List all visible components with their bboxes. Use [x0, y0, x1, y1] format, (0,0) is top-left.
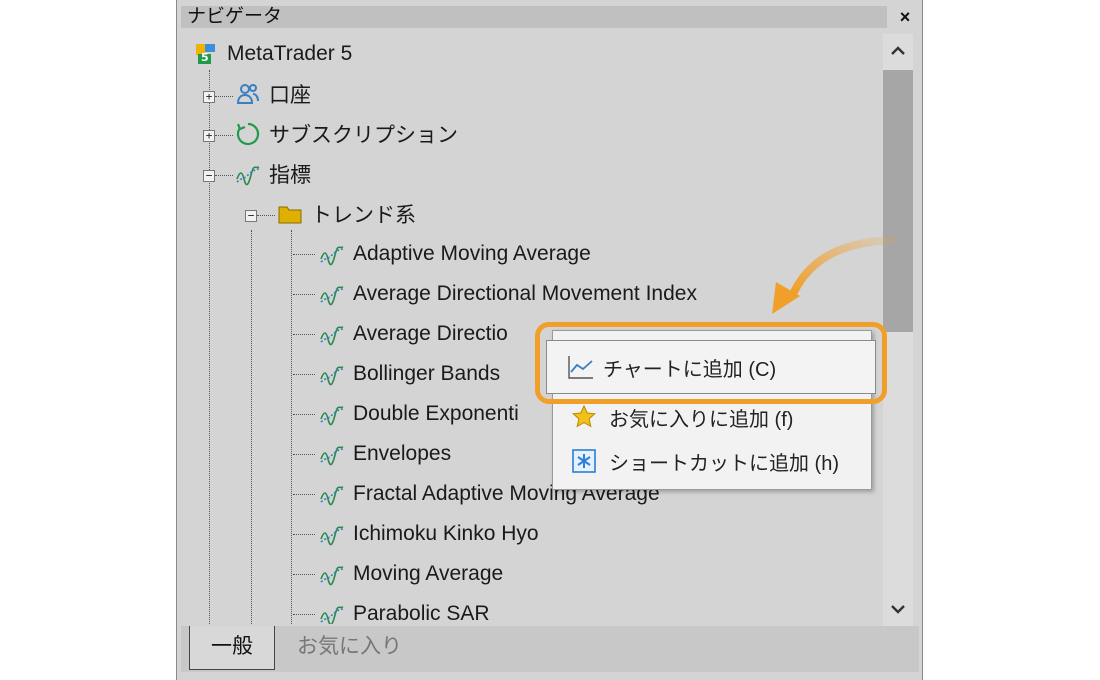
indicator-wave-icon: [319, 281, 345, 307]
tree-item-account[interactable]: 口座: [235, 78, 311, 110]
refresh-icon: [235, 121, 261, 147]
tree-item-label: サブスクリプション: [269, 124, 458, 147]
chevron-down-icon: [891, 605, 905, 614]
menu-item-label: ショートカットに追加 (h): [609, 452, 839, 475]
tree-item-label: Average Directio: [353, 322, 508, 345]
indicator-wave-icon: [319, 361, 345, 387]
expand-toggle[interactable]: +: [203, 130, 215, 142]
vertical-scrollbar[interactable]: [883, 34, 913, 626]
svg-text:5: 5: [201, 51, 209, 64]
scroll-down-button[interactable]: [883, 592, 913, 626]
tab-general[interactable]: 一般: [189, 626, 275, 670]
metatrader-logo-icon: 5: [193, 41, 219, 67]
users-icon: [235, 81, 261, 107]
tree-branch-line: [293, 574, 315, 575]
panel-title: ナビゲータ: [181, 6, 887, 28]
tree-guide-line: [291, 230, 292, 624]
folder-icon: [277, 201, 303, 227]
tree-item-indicator[interactable]: Envelopes: [319, 438, 451, 470]
tree-item-label: Moving Average: [353, 562, 504, 585]
indicator-wave-icon: [319, 241, 345, 267]
tree-branch-line: [293, 374, 315, 375]
tree-branch-line: [215, 135, 233, 136]
tree-item-label: 指標: [269, 164, 311, 187]
tab-bar: 一般 お気に入り: [181, 626, 919, 672]
tree-item-label: 口座: [269, 84, 311, 107]
tree-branch-line: [257, 215, 275, 216]
tree-item-indicator[interactable]: Average Directio: [319, 318, 508, 350]
tree-branch-line: [215, 175, 233, 176]
indicator-wave-icon: [319, 481, 345, 507]
indicator-wave-icon: [319, 441, 345, 467]
expand-toggle[interactable]: +: [203, 91, 215, 103]
indicator-wave-icon: [235, 161, 261, 187]
menu-item-label: チャートに追加 (C): [603, 358, 777, 381]
menu-item-label: お気に入りに追加 (f): [609, 408, 794, 431]
callout-arrow-icon: [772, 236, 896, 314]
collapse-toggle[interactable]: −: [245, 210, 257, 222]
tree-item-label: Average Directional Movement Index: [353, 282, 697, 305]
tree-item-indicator[interactable]: Moving Average: [319, 558, 503, 590]
tree-item-indicators[interactable]: 指標: [235, 158, 311, 190]
tree-root-label: MetaTrader 5: [227, 42, 353, 65]
tree-item-indicator[interactable]: Adaptive Moving Average: [319, 238, 591, 270]
tree-item-label: Double Exponenti: [353, 402, 519, 425]
tab-favorites[interactable]: お気に入り: [297, 626, 402, 670]
tree-branch-line: [293, 294, 315, 295]
tree-branch-line: [293, 614, 315, 615]
indicator-wave-icon: [319, 401, 345, 427]
line-chart-icon: [567, 354, 593, 380]
tree-branch-line: [293, 334, 315, 335]
close-button[interactable]: ×: [893, 6, 917, 28]
tree-item-indicator[interactable]: Parabolic SAR: [319, 598, 490, 624]
tree-item-label: Parabolic SAR: [353, 602, 490, 624]
tree-item-label: Bollinger Bands: [353, 362, 501, 385]
tree-branch-line: [215, 96, 233, 97]
tree-branch-line: [293, 494, 315, 495]
tree-item-indicator[interactable]: Ichimoku Kinko Hyo: [319, 518, 539, 550]
tree-branch-line: [293, 254, 315, 255]
indicator-wave-icon: [319, 601, 345, 624]
tree-item-indicator[interactable]: Average Directional Movement Index: [319, 278, 697, 310]
asterisk-icon: [571, 448, 597, 474]
menu-item-add-to-chart[interactable]: チャートに追加 (C): [546, 340, 876, 394]
tree-item-indicator[interactable]: Double Exponenti: [319, 398, 519, 430]
tree-item-label: トレンド系: [311, 204, 416, 227]
tree-branch-line: [293, 414, 315, 415]
indicator-wave-icon: [319, 521, 345, 547]
tree-item-label: Ichimoku Kinko Hyo: [353, 522, 539, 545]
tree-branch-line: [293, 454, 315, 455]
chevron-up-icon: [891, 46, 905, 55]
collapse-toggle[interactable]: −: [203, 170, 215, 182]
tree-branch-line: [293, 534, 315, 535]
tree-root[interactable]: 5 MetaTrader 5: [193, 38, 352, 70]
tree-folder-trend[interactable]: トレンド系: [277, 198, 416, 230]
tree-item-indicator[interactable]: Bollinger Bands: [319, 358, 500, 390]
indicator-wave-icon: [319, 561, 345, 587]
tree-guide-line: [251, 230, 252, 624]
tree-guide-line: [209, 70, 210, 624]
menu-item-add-shortcut[interactable]: ショートカットに追加 (h): [553, 441, 871, 481]
indicator-wave-icon: [319, 321, 345, 347]
tree-item-label: Adaptive Moving Average: [353, 242, 591, 265]
tree-item-label: Envelopes: [353, 442, 452, 465]
scroll-up-button[interactable]: [883, 34, 913, 68]
star-icon: [571, 404, 597, 430]
tree-item-subscription[interactable]: サブスクリプション: [235, 118, 458, 150]
